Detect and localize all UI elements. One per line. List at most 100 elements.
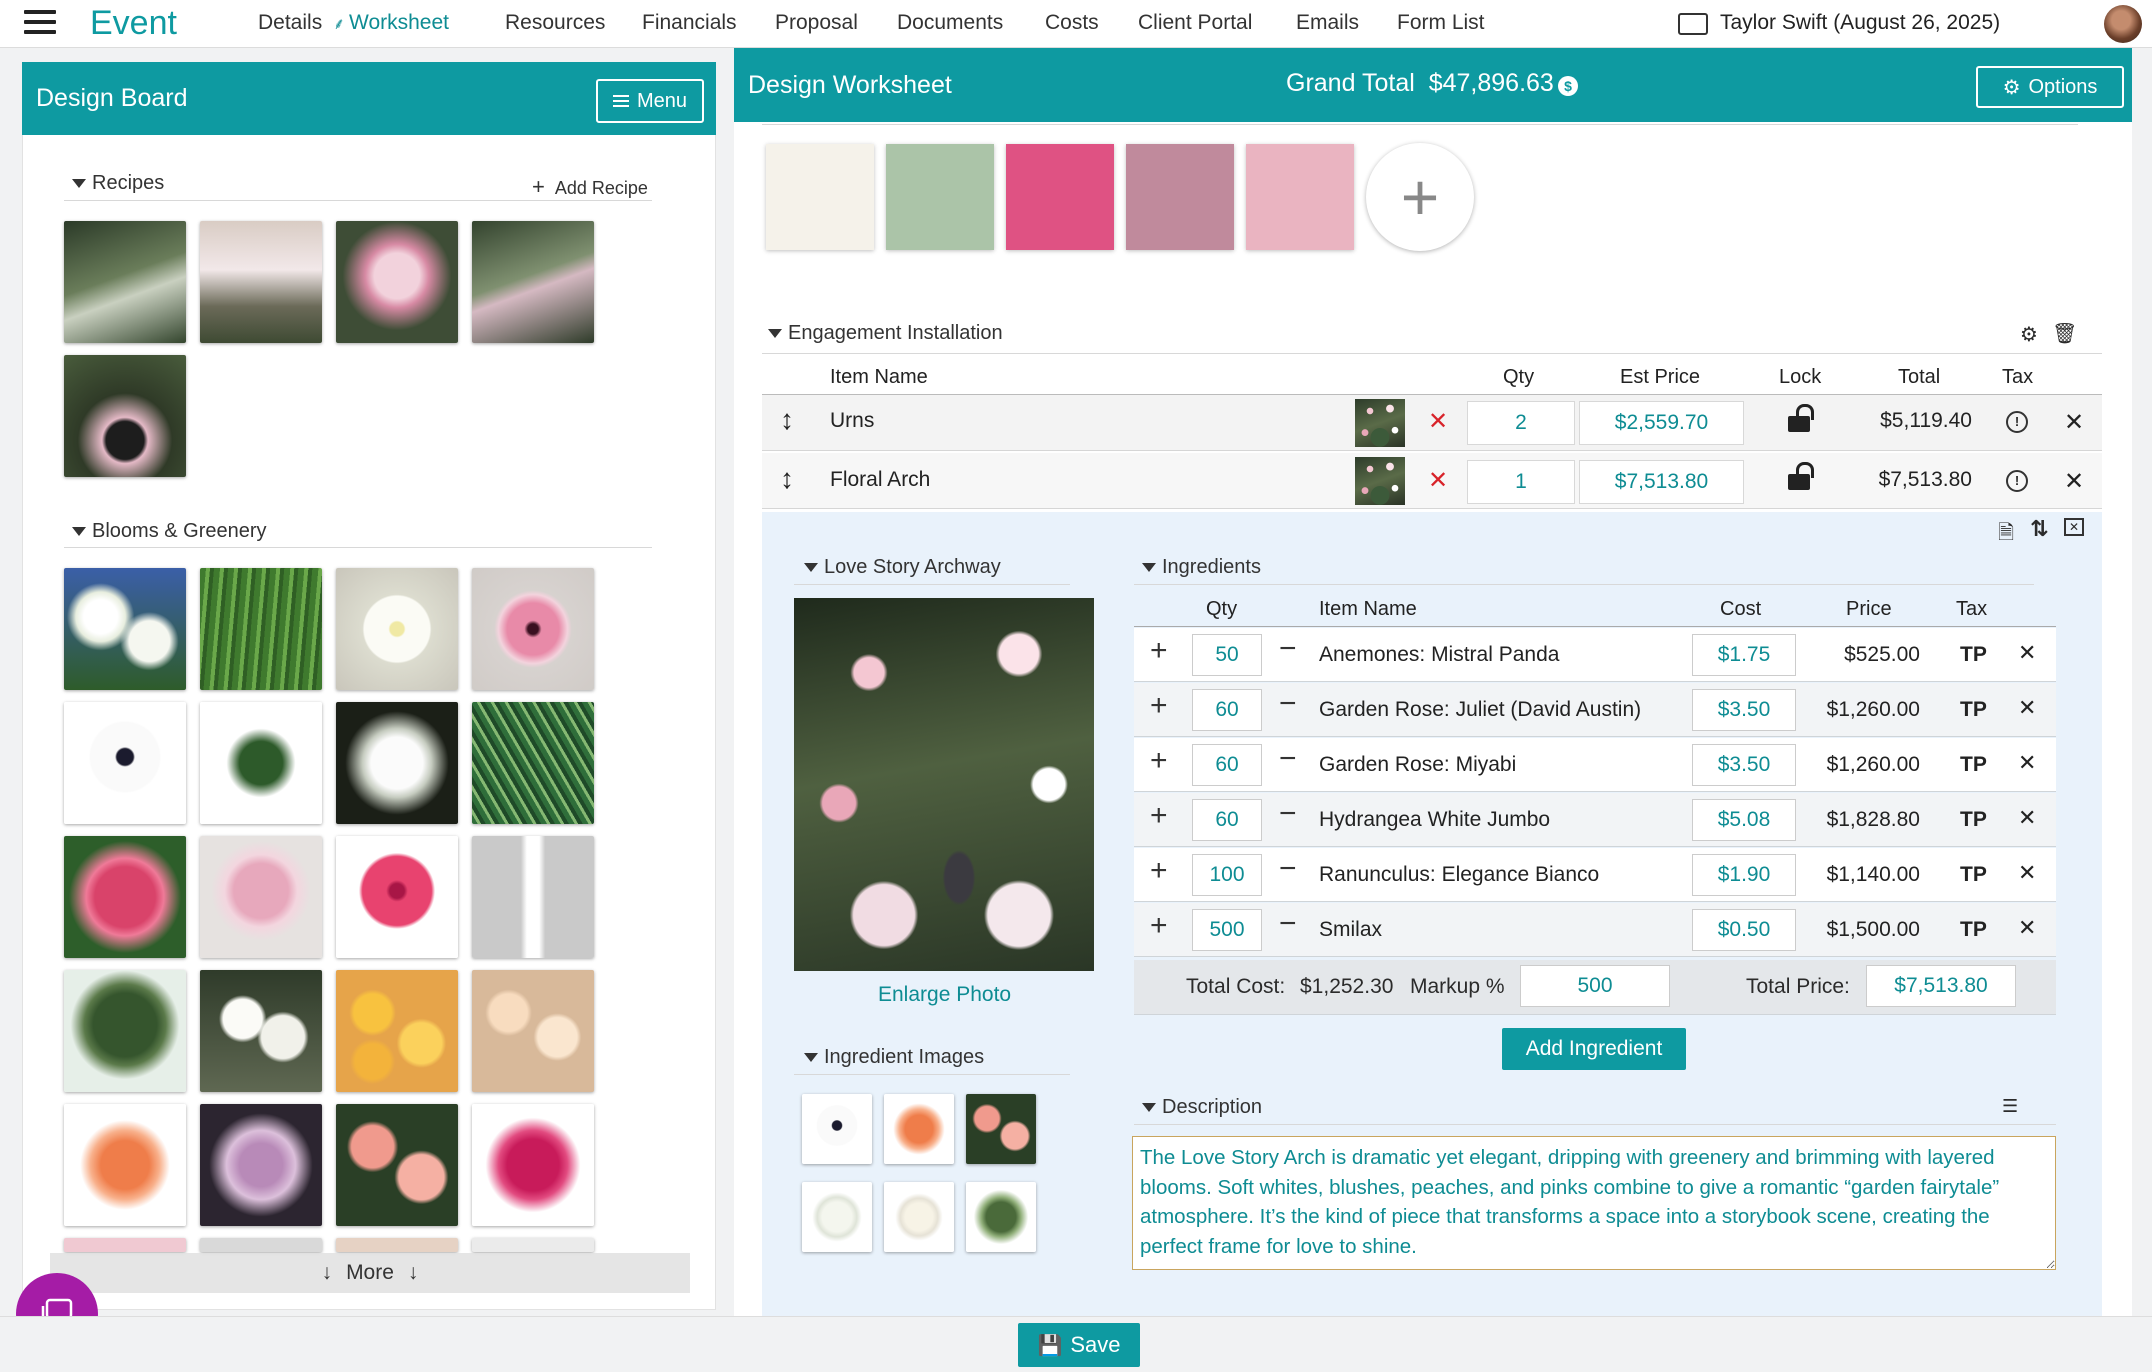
nav-worksheet[interactable]: ⸙ Worksheet [333,10,449,38]
bloom-thumbnail[interactable] [336,1104,458,1226]
item-name[interactable]: Floral Arch [830,468,930,492]
bloom-thumbnail[interactable] [200,1238,322,1252]
recipes-section-toggle[interactable]: Recipes [72,172,164,195]
bloom-thumbnail[interactable] [200,568,322,690]
recipe-thumbnail[interactable] [64,221,186,343]
engagement-section-toggle[interactable]: Engagement Installation [768,322,1003,345]
tax-badge[interactable]: TP [1960,698,1987,722]
add-recipe-button[interactable]: + Add Recipe [532,174,648,200]
est-price-input[interactable]: $7,513.80 [1579,460,1744,504]
ingredient-thumbnail[interactable] [802,1094,872,1164]
bloom-thumbnail[interactable] [472,1238,594,1252]
ingredient-name[interactable]: Garden Rose: Miyabi [1319,753,1516,777]
bloom-thumbnail[interactable] [64,1104,186,1226]
bloom-thumbnail[interactable] [472,836,594,958]
unlock-icon[interactable] [1788,462,1814,490]
bloom-thumbnail[interactable] [336,836,458,958]
color-swatch[interactable] [1006,144,1114,250]
bloom-thumbnail[interactable] [200,1104,322,1226]
total-price-input[interactable]: $7,513.80 [1866,965,2016,1007]
color-swatch[interactable] [1126,144,1234,250]
plus-icon[interactable]: + [1150,744,1168,778]
remove-ingredient-icon[interactable]: ✕ [2018,750,2036,776]
markup-input[interactable]: 500 [1520,965,1670,1007]
gear-icon[interactable]: ⚙ [2020,322,2038,347]
nav-documents[interactable]: Documents [897,10,1003,36]
plus-icon[interactable]: + [1150,634,1168,668]
save-button[interactable]: 💾 Save [1018,1323,1140,1367]
minus-icon[interactable]: − [1279,797,1297,831]
ingredient-cost-input[interactable]: $0.50 [1692,909,1796,951]
bloom-thumbnail[interactable] [64,702,186,824]
plus-icon[interactable]: + [1150,689,1168,723]
item-thumbnail[interactable] [1355,399,1405,447]
options-button[interactable]: ⚙ Options [1976,66,2124,108]
recipe-name-toggle[interactable]: Love Story Archway [804,556,1001,579]
hamburger-menu-icon[interactable] [24,10,56,36]
ingredients-toggle[interactable]: Ingredients [1142,556,1261,579]
ingredient-cost-input[interactable]: $3.50 [1692,744,1796,786]
est-price-input[interactable]: $2,559.70 [1579,401,1744,445]
plus-icon[interactable]: + [1150,909,1168,943]
close-icon[interactable]: ✕ [2064,408,2084,437]
ingredient-qty-input[interactable]: 100 [1192,854,1262,896]
bloom-thumbnail[interactable] [336,702,458,824]
ingredient-thumbnail[interactable] [966,1182,1036,1252]
close-panel-icon[interactable]: ✕ [2064,518,2084,536]
recipe-thumbnail[interactable] [64,355,186,477]
bloom-thumbnail[interactable] [472,970,594,1092]
ingredient-thumbnail[interactable] [884,1182,954,1252]
ingredient-name[interactable]: Garden Rose: Juliet (David Austin) [1319,698,1641,722]
minus-icon[interactable]: − [1279,687,1297,721]
remove-ingredient-icon[interactable]: ✕ [2018,640,2036,666]
nav-details[interactable]: Details [258,10,322,36]
ingredient-name[interactable]: Anemones: Mistral Panda [1319,643,1559,667]
color-swatch[interactable] [766,144,874,250]
ingredient-qty-input[interactable]: 60 [1192,799,1262,841]
bloom-thumbnail[interactable] [200,836,322,958]
event-client-name[interactable]: Taylor Swift (August 26, 2025) [1720,10,2000,36]
bloom-thumbnail[interactable] [64,568,186,690]
ingredient-thumbnail[interactable] [884,1094,954,1164]
dollar-icon[interactable]: $ [1558,76,1578,96]
bloom-thumbnail[interactable] [64,836,186,958]
minus-icon[interactable]: − [1279,742,1297,776]
ingredient-cost-input[interactable]: $1.75 [1692,634,1796,676]
bloom-thumbnail[interactable] [336,568,458,690]
ingredient-qty-input[interactable]: 60 [1192,744,1262,786]
ingredient-name[interactable]: Ranunculus: Elegance Bianco [1319,863,1599,887]
bloom-thumbnail[interactable] [336,970,458,1092]
recipe-thumbnail[interactable] [336,221,458,343]
drag-handle-icon[interactable]: ↕ [780,404,794,436]
remove-ingredient-icon[interactable]: ✕ [2018,860,2036,886]
nav-form-list[interactable]: Form List [1397,10,1485,36]
remove-ingredient-icon[interactable]: ✕ [2018,695,2036,721]
sort-icon[interactable]: ⇅ [2030,516,2048,542]
avatar[interactable] [2104,5,2142,43]
item-thumbnail[interactable] [1355,457,1405,505]
ingredient-name[interactable]: Hydrangea White Jumbo [1319,808,1550,832]
bloom-thumbnail[interactable] [64,1238,186,1252]
color-swatch[interactable] [1246,144,1354,250]
bloom-thumbnail[interactable] [200,702,322,824]
tax-badge[interactable]: TP [1960,808,1987,832]
bloom-thumbnail[interactable] [472,702,594,824]
document-icon[interactable]: 🗎 [1998,518,2014,552]
description-textarea[interactable]: The Love Story Arch is dramatic yet eleg… [1132,1136,2056,1270]
ingredient-cost-input[interactable]: $5.08 [1692,799,1796,841]
bloom-thumbnail[interactable] [472,1104,594,1226]
more-button[interactable]: ↓ More ↓ [50,1253,690,1293]
nav-client-portal[interactable]: Client Portal [1138,10,1252,36]
info-icon[interactable]: ! [2006,411,2028,433]
close-icon[interactable]: ✕ [2064,467,2084,496]
add-color-button[interactable]: + [1366,143,1474,251]
recipe-thumbnail[interactable] [200,221,322,343]
remove-image-icon[interactable]: ✕ [1428,466,1448,495]
minus-icon[interactable]: − [1279,852,1297,886]
bloom-thumbnail[interactable] [64,970,186,1092]
nav-emails[interactable]: Emails [1296,10,1359,36]
ingredient-thumbnail[interactable] [966,1094,1036,1164]
nav-resources[interactable]: Resources [505,10,605,36]
trash-icon[interactable]: 🗑 [2052,321,2077,346]
ingredient-thumbnail[interactable] [802,1182,872,1252]
